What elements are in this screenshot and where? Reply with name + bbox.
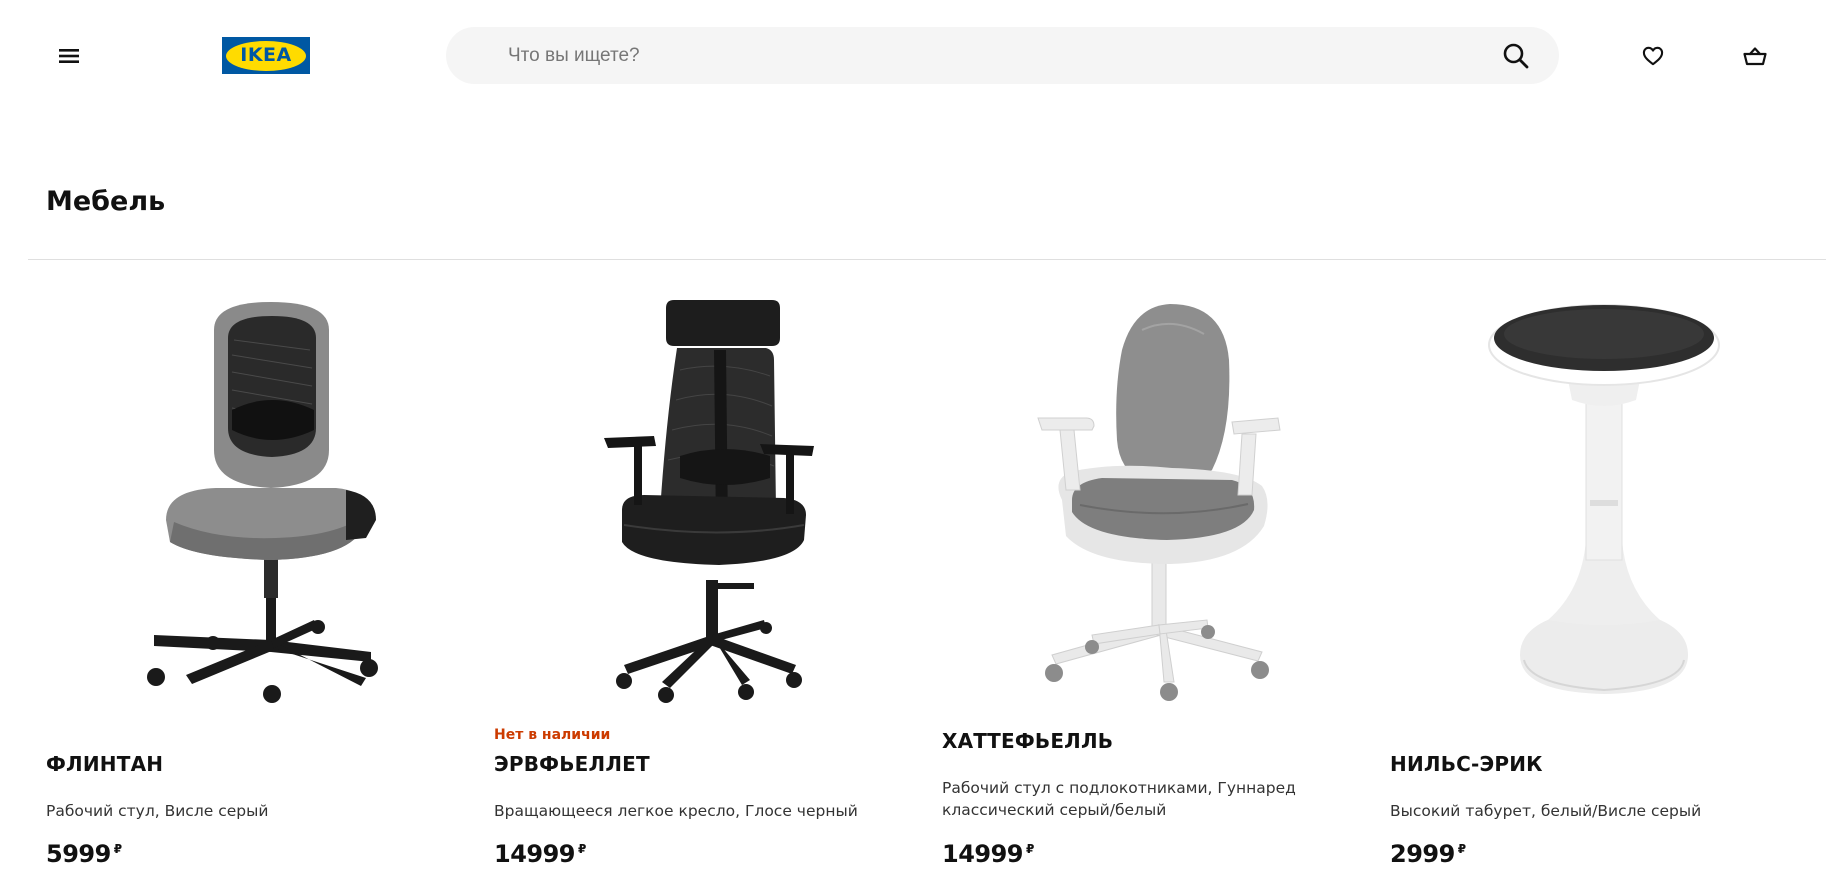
currency-symbol: ₽ — [113, 842, 122, 856]
favorites-button[interactable] — [1636, 40, 1670, 72]
logo-text: IKEA — [240, 44, 292, 66]
product-description: Рабочий стул с подлокотниками, Гуннаред … — [942, 779, 1296, 819]
currency-symbol: ₽ — [1457, 842, 1466, 856]
search-bar — [446, 27, 1559, 84]
product-price: 5999 ₽ — [46, 840, 122, 868]
product-description: Высокий табурет, белый/Висле серый — [1390, 802, 1702, 820]
search-input[interactable] — [508, 27, 1458, 84]
cart-button[interactable] — [1738, 40, 1772, 72]
hamburger-menu-button[interactable] — [50, 40, 88, 72]
product-card-hattefjall[interactable]: ХАТТЕФЬЕЛЛЬ Рабочий стул с подлокотникам… — [942, 290, 1372, 891]
product-name[interactable]: ХАТТЕФЬЕЛЛЬ — [942, 729, 1113, 753]
office-chair-image — [604, 300, 814, 703]
product-card-flintan[interactable]: ФЛИНТАН Рабочий стул, Висле серый 5999 ₽ — [46, 290, 476, 891]
product-price: 14999 ₽ — [942, 840, 1034, 868]
price-value: 2999 — [1390, 840, 1455, 868]
product-name[interactable]: ФЛИНТАН — [46, 752, 163, 776]
product-image[interactable] — [494, 290, 924, 720]
hamburger-icon — [59, 49, 79, 63]
page-title: Мебель — [46, 186, 166, 217]
ikea-logo[interactable]: IKEA — [222, 37, 310, 74]
product-image[interactable] — [1390, 290, 1820, 720]
currency-symbol: ₽ — [578, 842, 586, 856]
product-card-nils-erik[interactable]: НИЛЬС-ЭРИК Высокий табурет, белый/Висле … — [1390, 290, 1820, 891]
logo-oval: IKEA — [226, 40, 306, 71]
heart-icon — [1642, 46, 1664, 66]
product-price: 14999 ₽ — [494, 840, 586, 868]
stool-image — [1488, 304, 1720, 694]
price-value: 14999 — [942, 840, 1024, 868]
out-of-stock-badge: Нет в наличии — [494, 727, 611, 743]
price-value: 14999 — [494, 840, 576, 868]
product-name[interactable]: НИЛЬС-ЭРИК — [1390, 752, 1543, 776]
price-value: 5999 — [46, 840, 111, 868]
product-name[interactable]: ЭРВФЬЕЛЛЕТ — [494, 752, 650, 776]
product-description: Рабочий стул, Висле серый — [46, 802, 269, 820]
basket-icon — [1743, 47, 1767, 66]
currency-symbol: ₽ — [1026, 842, 1034, 856]
product-card-jarvfjallet[interactable]: Нет в наличии ЭРВФЬЕЛЛЕТ Вращающееся лег… — [494, 290, 924, 891]
office-chair-image — [1037, 304, 1281, 701]
site-header: IKEA — [0, 0, 1848, 110]
product-image[interactable] — [46, 290, 476, 720]
product-price: 2999 ₽ — [1390, 840, 1466, 868]
search-icon[interactable] — [1501, 41, 1531, 71]
product-image[interactable] — [942, 290, 1372, 720]
title-divider — [28, 259, 1826, 260]
office-chair-image — [147, 302, 378, 703]
product-description: Вращающееся легкое кресло, Глосе черный — [494, 802, 858, 820]
